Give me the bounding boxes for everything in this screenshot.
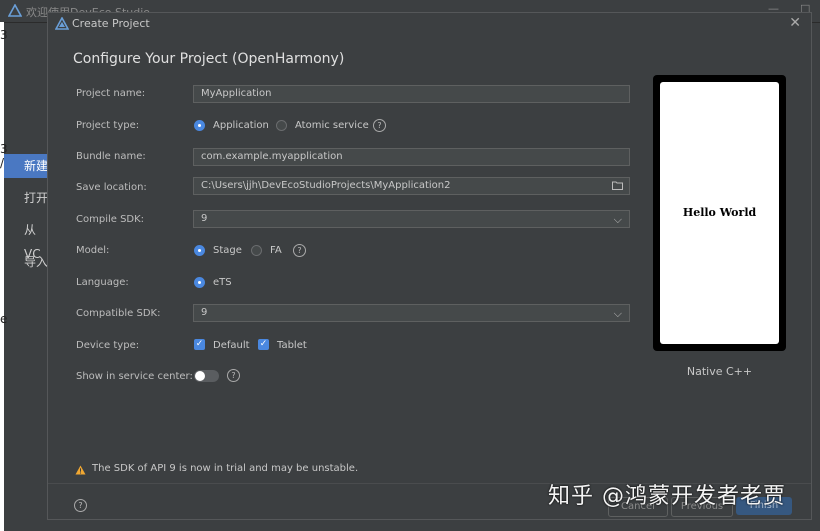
service-center-label: Show in service center: xyxy=(76,371,193,382)
create-project-dialog: Create Project ✕ Configure Your Project … xyxy=(47,12,812,520)
chevron-down-icon: ⌵ xyxy=(613,213,622,226)
save-location-value: C:\Users\jjh\DevEcoStudioProjects\MyAppl… xyxy=(201,180,451,191)
help-icon[interactable]: ? xyxy=(74,499,87,512)
language-label: Language: xyxy=(76,277,129,288)
edge-glyph: e xyxy=(0,312,8,326)
radio-atomic-service[interactable] xyxy=(276,120,287,131)
radio-atomic-service-label: Atomic service xyxy=(295,120,369,131)
left-edge-strip: 3 3 / e xyxy=(0,22,8,531)
compatible-sdk-select[interactable]: 9 ⌵ xyxy=(193,304,630,322)
radio-fa-label: FA xyxy=(270,245,282,256)
project-name-input[interactable]: MyApplication xyxy=(193,85,630,103)
edge-glyph: 3 xyxy=(0,28,8,42)
device-preview-screen: Hello World xyxy=(660,82,779,344)
compile-sdk-label: Compile SDK: xyxy=(76,214,145,225)
checkbox-checked-icon[interactable]: ✓ xyxy=(258,339,269,350)
bundle-name-input[interactable]: com.example.myapplication xyxy=(193,148,630,166)
warning-icon xyxy=(75,465,86,475)
help-icon[interactable]: ? xyxy=(293,244,306,257)
deveco-logo-icon xyxy=(8,4,22,17)
project-type-label: Project type: xyxy=(76,120,140,131)
compile-sdk-select[interactable]: 9 ⌵ xyxy=(193,210,630,228)
compatible-sdk-label: Compatible SDK: xyxy=(76,308,161,319)
preview-hello-text: Hello World xyxy=(682,206,757,219)
save-location-label: Save location: xyxy=(76,182,147,193)
radio-application[interactable] xyxy=(194,120,205,131)
radio-application-label: Application xyxy=(213,120,269,131)
page-title: Configure Your Project (OpenHarmony) xyxy=(73,51,345,67)
device-default-label: Default xyxy=(213,340,250,351)
toggle-knob xyxy=(195,371,205,381)
help-icon[interactable]: ? xyxy=(227,369,240,382)
radio-stage-label: Stage xyxy=(213,245,242,256)
chevron-down-icon: ⌵ xyxy=(613,307,622,320)
sdk-warning-text: The SDK of API 9 is now in trial and may… xyxy=(92,463,359,474)
bundle-name-label: Bundle name: xyxy=(76,151,146,162)
dialog-title: Create Project xyxy=(72,17,150,30)
device-preview: Hello World xyxy=(653,75,786,351)
project-name-label: Project name: xyxy=(76,88,146,99)
dialog-titlebar: Create Project ✕ xyxy=(48,13,811,35)
folder-icon[interactable] xyxy=(612,181,623,190)
compatible-sdk-value: 9 xyxy=(201,307,208,318)
radio-stage[interactable] xyxy=(194,245,205,256)
close-icon[interactable]: ✕ xyxy=(789,15,801,31)
template-name: Native C++ xyxy=(686,365,753,378)
radio-ets-label: eTS xyxy=(213,277,232,288)
compile-sdk-value: 9 xyxy=(201,213,208,224)
radio-ets[interactable] xyxy=(194,277,205,288)
radio-fa[interactable] xyxy=(251,245,262,256)
service-center-toggle[interactable] xyxy=(194,370,219,382)
model-label: Model: xyxy=(76,245,110,256)
device-tablet-label: Tablet xyxy=(277,340,307,351)
save-location-input[interactable]: C:\Users\jjh\DevEcoStudioProjects\MyAppl… xyxy=(193,177,630,195)
help-icon[interactable]: ? xyxy=(373,119,386,132)
checkbox-checked-icon[interactable]: ✓ xyxy=(194,339,205,350)
device-type-label: Device type: xyxy=(76,340,140,351)
deveco-logo-icon xyxy=(55,17,69,30)
watermark: 知乎 @鸿蒙开发者老贾 xyxy=(548,484,786,509)
